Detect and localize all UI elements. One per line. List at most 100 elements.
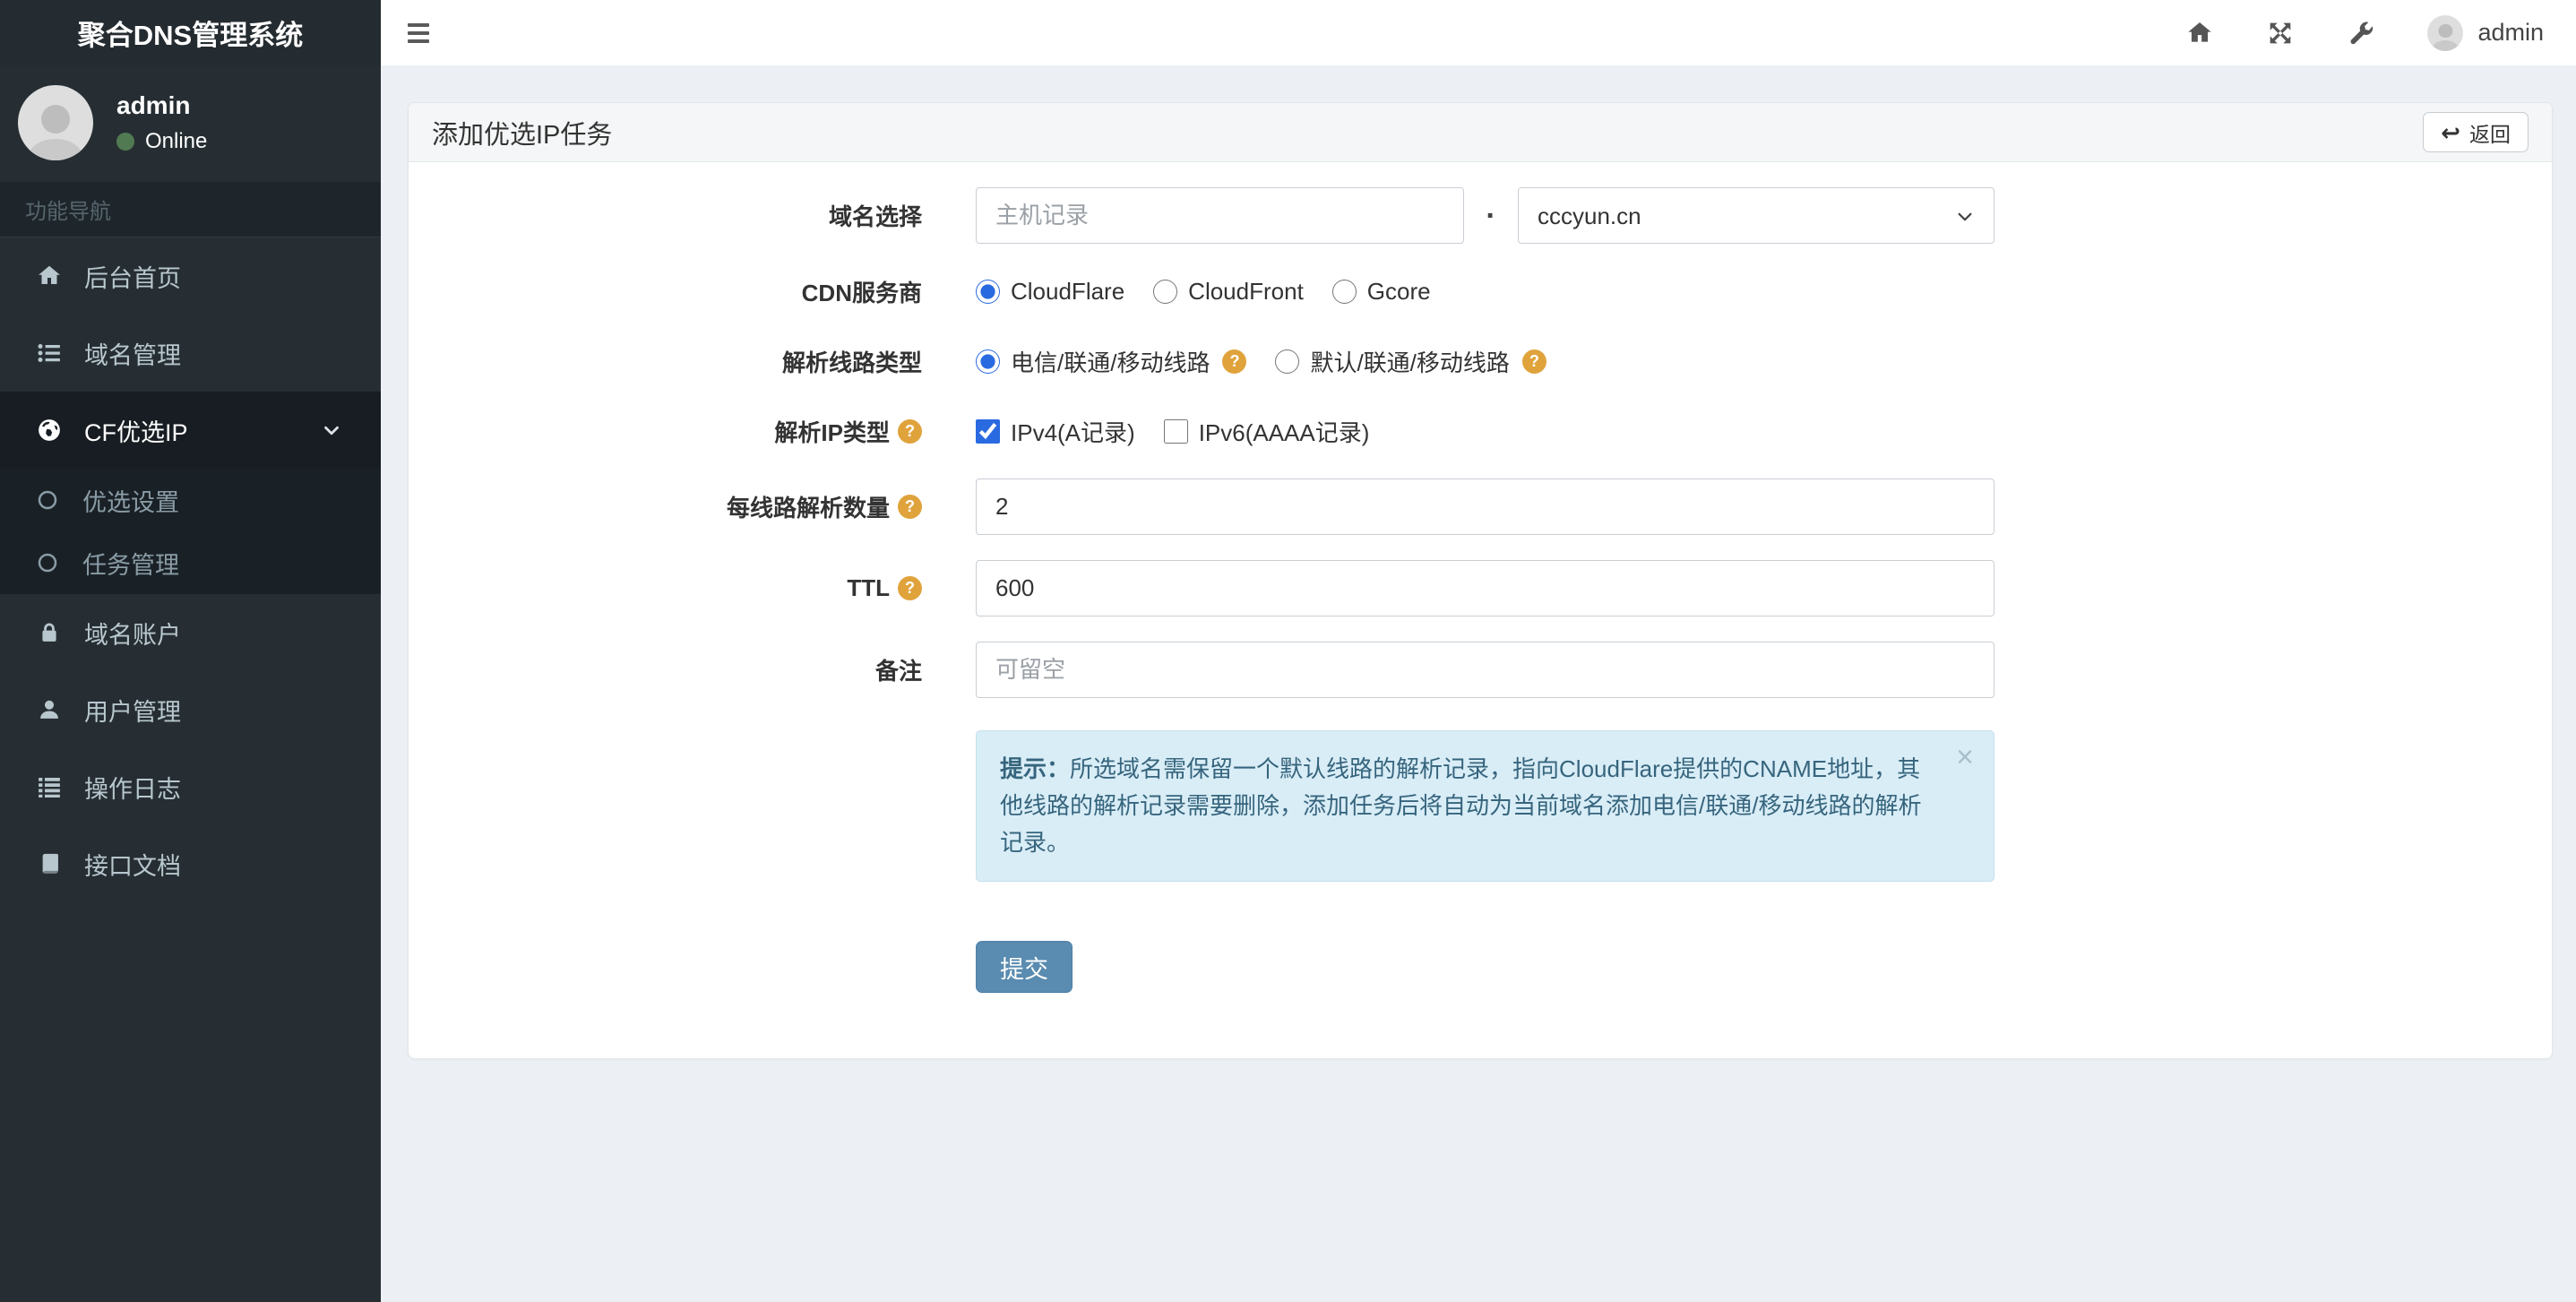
circle-icon	[32, 489, 63, 511]
app-logo[interactable]: 聚合DNS管理系统	[0, 0, 381, 65]
form-row-records-per-line: 每线路解析数量 ?	[409, 479, 2552, 535]
radio-default-lines[interactable]: 默认/联通/移动线路 ?	[1275, 345, 1546, 378]
form-row-cdn-provider: CDN服务商 CloudFlare CloudFront Gcore	[409, 269, 2552, 314]
submit-button[interactable]: 提交	[976, 941, 1073, 993]
ttl-input[interactable]	[976, 560, 1994, 617]
wrench-icon[interactable]	[2347, 19, 2375, 47]
form-row-domain: 域名选择 · cccyun.cn	[409, 187, 2552, 244]
question-circle-icon[interactable]: ?	[898, 576, 922, 600]
radio-isp-lines[interactable]: 电信/联通/移动线路 ?	[976, 345, 1247, 378]
checkbox-ipv6[interactable]: IPv6(AAAA记录)	[1163, 415, 1370, 448]
alert-text: 所选域名需保留一个默认线路的解析记录，指向CloudFlare提供的CNAME地…	[1000, 755, 1922, 856]
avatar	[2427, 14, 2464, 51]
radio-input[interactable]	[1275, 349, 1300, 374]
sidebar-item-label: 优选设置	[82, 488, 179, 516]
checkbox-input[interactable]	[1163, 418, 1188, 444]
fullscreen-icon[interactable]	[2266, 19, 2295, 47]
list-icon	[34, 773, 65, 800]
home-icon	[34, 263, 65, 289]
sidebar-item-domain-accounts[interactable]: 域名账户	[0, 594, 381, 671]
radio-label: Gcore	[1366, 277, 1431, 305]
globe-icon	[34, 417, 65, 444]
info-alert: 提示：所选域名需保留一个默认线路的解析记录，指向CloudFlare提供的CNA…	[976, 730, 1994, 882]
checkbox-ipv4[interactable]: IPv4(A记录)	[976, 415, 1135, 448]
radio-gcore[interactable]: Gcore	[1331, 277, 1431, 306]
radio-label: CloudFlare	[1011, 277, 1125, 305]
main-content: 添加优选IP任务 ↩ 返回 域名选择 · cccyun.cn	[381, 0, 2576, 1059]
field-label: 每线路解析数量	[726, 495, 890, 522]
circle-icon	[32, 552, 63, 573]
alert-prefix: 提示：	[1000, 755, 1071, 782]
sidebar-item-preferred-settings[interactable]: 优选设置	[0, 469, 381, 531]
remark-input[interactable]	[976, 642, 1994, 698]
sidebar-item-label: CF优选IP	[84, 418, 188, 446]
sidebar-item-label: 用户管理	[84, 698, 181, 726]
close-icon[interactable]: ×	[1956, 742, 1974, 772]
radio-input[interactable]	[976, 279, 1000, 304]
question-circle-icon[interactable]: ?	[898, 495, 922, 519]
sidebar: 聚合DNS管理系统 admin Online 功能导航 后台首页 域名管理 CF…	[0, 0, 381, 1302]
sidebar-item-operation-logs[interactable]: 操作日志	[0, 748, 381, 825]
question-circle-icon[interactable]: ?	[1222, 349, 1247, 374]
back-button[interactable]: ↩ 返回	[2423, 112, 2529, 152]
sidebar-item-api-docs[interactable]: 接口文档	[0, 825, 381, 902]
sidebar-toggle-icon[interactable]	[408, 13, 461, 54]
sidebar-item-user-management[interactable]: 用户管理	[0, 671, 381, 748]
sidebar-item-task-management[interactable]: 任务管理	[0, 531, 381, 594]
field-label: 解析IP类型	[774, 418, 890, 446]
sidebar-item-label: 接口文档	[84, 852, 181, 880]
radio-label: 默认/联通/移动线路	[1310, 349, 1510, 376]
radio-cloudfront[interactable]: CloudFront	[1153, 278, 1304, 306]
field-label: TTL	[847, 574, 890, 601]
sidebar-item-label: 任务管理	[82, 551, 179, 579]
radio-cloudflare[interactable]: CloudFlare	[976, 278, 1124, 306]
user-avatar	[18, 85, 93, 160]
sidebar-item-label: 操作日志	[84, 775, 181, 803]
sidebar-item-cf-preferred-ip[interactable]: CF优选IP	[0, 392, 381, 469]
radio-input[interactable]	[1153, 279, 1178, 304]
panel-header: 添加优选IP任务 ↩ 返回	[409, 103, 2552, 162]
sidebar-item-label: 域名账户	[84, 621, 181, 649]
app-title: 聚合DNS管理系统	[77, 20, 304, 51]
book-icon	[34, 851, 65, 876]
add-task-panel: 添加优选IP任务 ↩ 返回 域名选择 · cccyun.cn	[408, 102, 2553, 1059]
domain-select[interactable]: cccyun.cn	[1518, 187, 1994, 244]
online-status-icon	[116, 133, 134, 151]
checkbox-input[interactable]	[976, 418, 1000, 444]
user-status: Online	[116, 129, 207, 154]
sidebar-item-dashboard[interactable]: 后台首页	[0, 237, 381, 315]
page-title: 添加优选IP任务	[432, 120, 613, 150]
field-label: 备注	[874, 658, 922, 685]
user-status-label: Online	[145, 129, 208, 153]
sidebar-item-label: 后台首页	[84, 264, 181, 292]
form-row-ttl: TTL ?	[409, 560, 2552, 617]
form-row-remark: 备注	[409, 642, 2552, 698]
user-icon	[34, 697, 65, 722]
topbar: admin	[381, 0, 2576, 65]
form-row-ip-type: 解析IP类型 ? IPv4(A记录) IPv6(AAAA记录)	[409, 409, 2552, 453]
radio-label: 电信/联通/移动线路	[1011, 349, 1210, 376]
sidebar-item-label: 域名管理	[84, 341, 181, 369]
radio-input[interactable]	[976, 349, 1000, 374]
question-circle-icon[interactable]: ?	[1521, 349, 1546, 374]
sidebar-menu: 后台首页 域名管理 CF优选IP 优选设置 任务管理 域名账户 用户管理 操作日…	[0, 237, 381, 902]
radio-input[interactable]	[1331, 279, 1357, 304]
records-per-line-input[interactable]	[976, 479, 1994, 535]
sidebar-tree-cf-ip: CF优选IP 优选设置 任务管理	[0, 392, 381, 594]
chevron-down-icon	[320, 418, 343, 442]
domain-separator: ·	[1486, 198, 1496, 233]
lock-icon	[34, 620, 65, 645]
user-menu[interactable]: admin	[2427, 14, 2544, 51]
form-row-line-type: 解析线路类型 电信/联通/移动线路 ? 默认/联通/移动线路 ?	[409, 339, 2552, 384]
list-icon	[34, 340, 65, 366]
home-icon[interactable]	[2185, 19, 2214, 47]
user-name: admin	[116, 91, 191, 119]
checkbox-label: IPv6(AAAA记录)	[1198, 418, 1370, 446]
sidebar-item-domain-management[interactable]: 域名管理	[0, 315, 381, 392]
host-record-input[interactable]	[976, 187, 1464, 244]
topbar-username: admin	[2477, 19, 2544, 46]
submit-row: 提交	[976, 941, 2552, 993]
field-label: 解析线路类型	[781, 349, 922, 376]
question-circle-icon[interactable]: ?	[898, 418, 922, 444]
back-button-label: 返回	[2469, 122, 2511, 146]
